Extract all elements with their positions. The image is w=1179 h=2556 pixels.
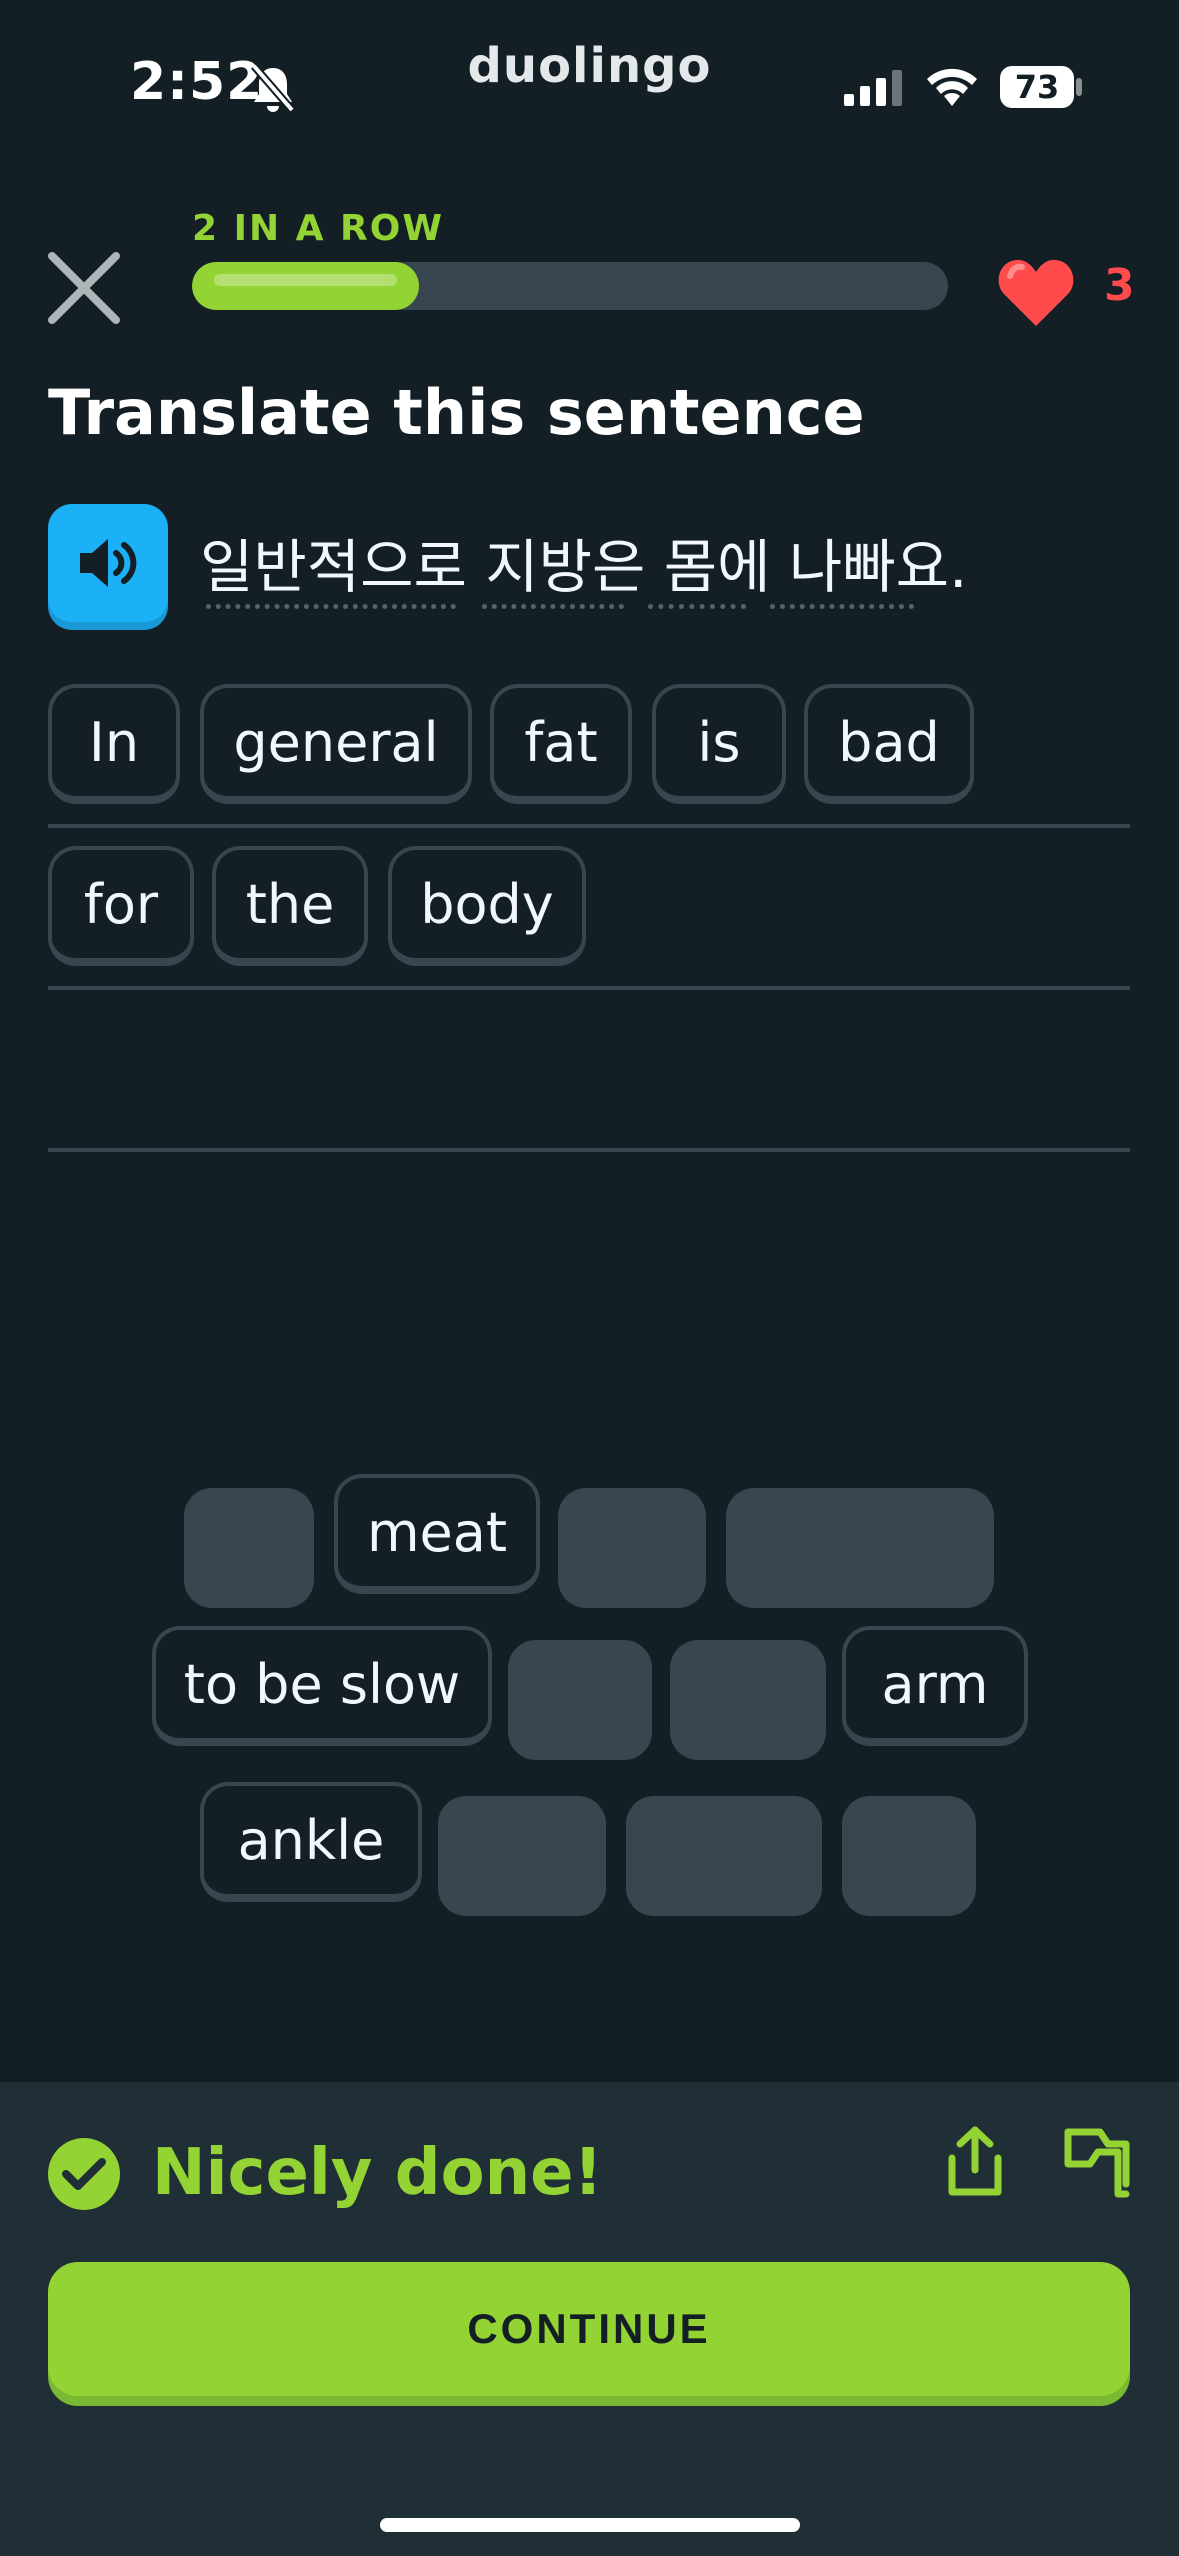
cellular-signal-icon bbox=[844, 70, 902, 106]
feedback-message: Nicely done! bbox=[152, 2136, 603, 2210]
checkmark-icon bbox=[62, 2158, 106, 2190]
answer-tile[interactable]: body bbox=[388, 846, 586, 966]
wifi-icon bbox=[927, 68, 977, 106]
empty-word-slot bbox=[438, 1796, 606, 1916]
play-audio-button[interactable] bbox=[48, 504, 168, 622]
answer-tile[interactable]: is bbox=[652, 684, 786, 804]
word-hint-underline bbox=[482, 604, 624, 609]
word-hint-underline bbox=[648, 604, 746, 609]
heart-icon bbox=[998, 259, 1074, 326]
close-icon[interactable] bbox=[44, 248, 124, 328]
lesson-progress-bar bbox=[192, 262, 948, 310]
word-hint-underline bbox=[206, 604, 456, 609]
empty-word-slot bbox=[842, 1796, 976, 1916]
answer-tile[interactable]: the bbox=[212, 846, 368, 966]
answer-line bbox=[48, 824, 1130, 828]
battery-icon: 73 bbox=[1000, 66, 1074, 108]
word-bank-tile[interactable]: meat bbox=[334, 1474, 540, 1594]
check-circle-icon bbox=[48, 2138, 120, 2210]
source-sentence[interactable]: 일반적으로 지방은 몸에 나빠요. bbox=[200, 520, 967, 604]
answer-tile[interactable]: In bbox=[48, 684, 180, 804]
answer-tile[interactable]: general bbox=[200, 684, 472, 804]
home-indicator[interactable] bbox=[380, 2518, 800, 2532]
answer-tile[interactable]: for bbox=[48, 846, 194, 966]
word-hint-underline bbox=[770, 604, 914, 609]
empty-word-slot bbox=[508, 1640, 652, 1760]
continue-button[interactable]: CONTINUE bbox=[48, 2262, 1130, 2396]
empty-word-slot bbox=[558, 1488, 706, 1608]
progress-fill bbox=[192, 262, 419, 310]
battery-nub bbox=[1076, 78, 1082, 96]
hearts-count: 3 bbox=[1104, 260, 1135, 311]
share-icon[interactable] bbox=[940, 2124, 1010, 2200]
progress-shine bbox=[214, 274, 397, 286]
exercise-title: Translate this sentence bbox=[48, 376, 865, 449]
answer-tile[interactable]: fat bbox=[490, 684, 632, 804]
word-bank-tile[interactable]: arm bbox=[842, 1626, 1028, 1746]
empty-word-slot bbox=[670, 1640, 826, 1760]
answer-line bbox=[48, 986, 1130, 990]
streak-label: 2 IN A ROW bbox=[192, 208, 445, 249]
answer-tile[interactable]: bad bbox=[804, 684, 974, 804]
word-bank-tile[interactable]: ankle bbox=[200, 1782, 422, 1902]
word-bank-tile[interactable]: to be slow bbox=[152, 1626, 492, 1746]
empty-word-slot bbox=[184, 1488, 314, 1608]
empty-word-slot bbox=[626, 1796, 822, 1916]
answer-line bbox=[48, 1148, 1130, 1152]
report-flag-icon[interactable] bbox=[1060, 2124, 1132, 2200]
empty-word-slot bbox=[726, 1488, 994, 1608]
speaker-icon bbox=[80, 539, 137, 587]
